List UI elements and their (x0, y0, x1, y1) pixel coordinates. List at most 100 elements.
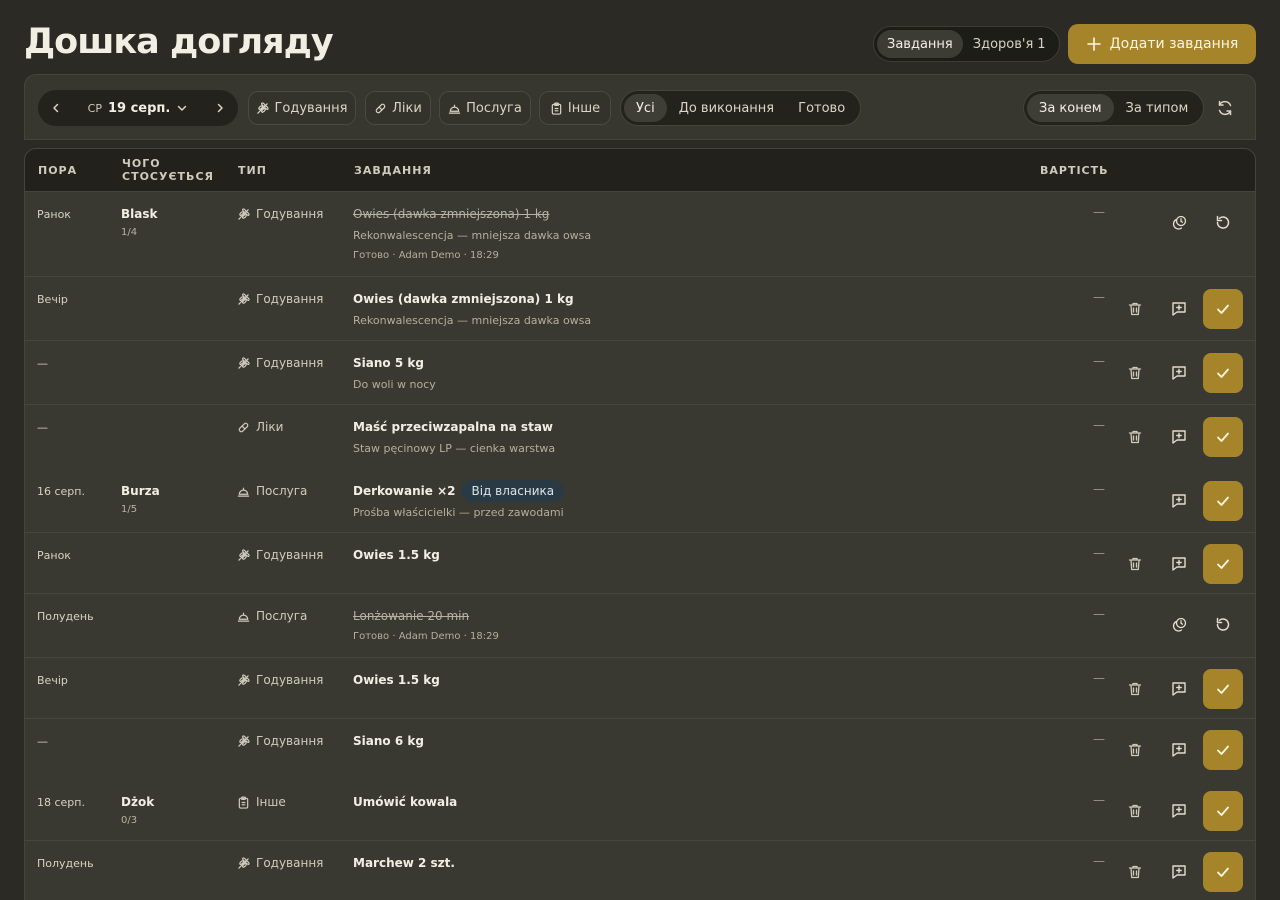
check-icon (1215, 803, 1231, 819)
horse-progress: 1/5 (121, 504, 138, 515)
task-type-label: Послуга (256, 609, 308, 623)
task-cell: Owies 1.5 kg (353, 673, 1013, 687)
add-note-button[interactable] (1163, 421, 1195, 453)
task-type-label: Годування (256, 356, 324, 370)
add-note-button[interactable] (1163, 293, 1195, 325)
table-body: Ранок Blask 1/4 Годування Owies (dawka zmnie… (25, 192, 1255, 900)
filter-other[interactable]: Інше (539, 91, 611, 125)
complete-task-button[interactable] (1203, 668, 1243, 709)
filter-service[interactable]: Послуга (439, 91, 531, 125)
time-of-day: Вечір (37, 293, 68, 306)
task-type-label: Годування (256, 673, 324, 687)
filter-meds[interactable]: Ліки (365, 91, 431, 125)
delete-button[interactable] (1119, 421, 1151, 453)
time-of-day: — (37, 735, 48, 748)
check-icon (1215, 681, 1231, 697)
task-type-label: Годування (256, 734, 324, 748)
task-title-text: Siano 5 kg (353, 356, 424, 370)
task-title-text: Lonżowanie 20 min (353, 609, 470, 623)
tab-tasks[interactable]: Завдання (877, 30, 963, 58)
col-type: ТИП (238, 164, 267, 177)
task-title: Derkowanie ×2 Від власника (353, 480, 1013, 502)
status-all[interactable]: Усі (624, 94, 667, 122)
task-type: Годування (237, 734, 323, 748)
complete-task-button[interactable] (1203, 729, 1243, 770)
complete-task-button[interactable] (1203, 417, 1243, 457)
comment-plus-icon (1170, 802, 1188, 820)
date-weekday: СР (87, 101, 102, 115)
status-done[interactable]: Готово (786, 94, 857, 122)
wheat-icon (237, 734, 250, 748)
delete-button[interactable] (1119, 548, 1151, 580)
complete-task-button[interactable] (1203, 289, 1243, 329)
comment-plus-icon (1170, 364, 1188, 382)
task-cell: Owies (dawka zmniejszona) 1 kg Rekonwales… (353, 207, 1013, 261)
task-type: Годування (237, 673, 323, 687)
complete-task-button[interactable] (1203, 353, 1243, 393)
horse-name[interactable]: Blask (121, 207, 157, 221)
add-note-button[interactable] (1163, 856, 1195, 888)
check-icon (1215, 742, 1231, 758)
history-button[interactable] (1163, 609, 1195, 641)
table-row: 16 серп. Burza 1/5 Послуга Derkowanie ×2 Від … (25, 469, 1255, 533)
group-by-type[interactable]: За типом (1114, 94, 1201, 122)
group-by-horse[interactable]: За конем (1027, 94, 1114, 122)
add-task-button[interactable]: Додати завдання (1068, 24, 1256, 64)
horse-name[interactable]: Burza (121, 484, 160, 498)
complete-task-button[interactable] (1203, 543, 1243, 584)
horse-cell: Burza 1/5 (121, 484, 160, 515)
task-type: Послуга (237, 484, 307, 498)
task-type: Ліки (237, 420, 283, 434)
wheat-icon (256, 101, 270, 115)
delete-button[interactable] (1119, 673, 1151, 705)
horse-name[interactable]: Dżok (121, 795, 154, 809)
plus-icon (1086, 36, 1102, 52)
comment-plus-icon (1170, 492, 1188, 510)
delete-button[interactable] (1119, 856, 1151, 888)
complete-task-button[interactable] (1203, 790, 1243, 831)
time-of-day: Ранок (37, 549, 71, 562)
add-note-button[interactable] (1163, 734, 1195, 766)
task-title: Lonżowanie 20 min (353, 609, 1013, 623)
complete-task-button[interactable] (1203, 481, 1243, 521)
task-title: Umówić kowala (353, 795, 1013, 809)
delete-button[interactable] (1119, 357, 1151, 389)
add-note-button[interactable] (1163, 673, 1195, 705)
add-note-button[interactable] (1163, 548, 1195, 580)
history-button[interactable] (1163, 207, 1195, 239)
complete-task-button[interactable] (1203, 851, 1243, 892)
refresh-button[interactable] (1209, 92, 1241, 124)
add-note-button[interactable] (1163, 485, 1195, 517)
task-cost: — (1093, 854, 1105, 868)
comment-plus-icon (1170, 428, 1188, 446)
table-row: — Годування Siano 6 kg — (25, 719, 1255, 780)
time-of-day: Полудень (37, 857, 94, 870)
filter-feeding[interactable]: Годування (248, 91, 356, 125)
delete-button[interactable] (1119, 293, 1151, 325)
undo-button[interactable] (1207, 207, 1239, 239)
prev-day-button[interactable] (38, 90, 74, 126)
undo-button[interactable] (1207, 609, 1239, 641)
task-cell: Siano 5 kg Do woli w nocy (353, 356, 1013, 391)
task-cost: — (1093, 290, 1105, 304)
task-title: Siano 5 kg (353, 356, 1013, 370)
delete-button[interactable] (1119, 734, 1151, 766)
tab-health[interactable]: Здоров'я 1 (963, 30, 1056, 58)
filter-meds-label: Ліки (392, 100, 422, 116)
pill-icon (374, 102, 387, 115)
time-of-day: Вечір (37, 674, 68, 687)
comment-plus-icon (1170, 680, 1188, 698)
next-day-button[interactable] (202, 90, 238, 126)
history-icon (1170, 214, 1188, 232)
trash-icon (1127, 556, 1143, 572)
task-title-text: Derkowanie ×2 (353, 484, 456, 498)
add-note-button[interactable] (1163, 357, 1195, 389)
status-todo-label: До виконання (678, 100, 775, 116)
filter-toolbar: СР 19 серп. Годування Ліки Послуга Інше … (24, 74, 1256, 140)
status-filter: Усі До виконання Готово (620, 90, 862, 126)
add-note-button[interactable] (1163, 795, 1195, 827)
date-value: 19 серп. (107, 100, 171, 116)
status-todo[interactable]: До виконання (667, 94, 786, 122)
delete-button[interactable] (1119, 795, 1151, 827)
date-picker[interactable]: СР 19 серп. (74, 101, 202, 116)
